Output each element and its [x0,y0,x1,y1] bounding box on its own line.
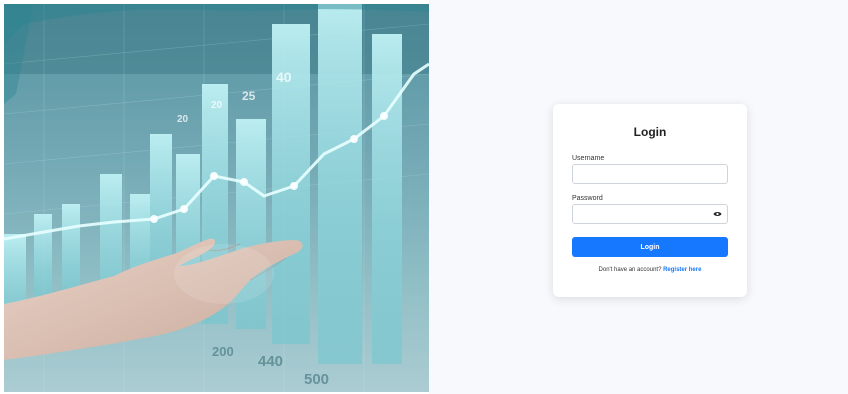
username-input[interactable] [572,164,728,184]
finance-chart-illustration: 20 40 25 20 200 440 500 [4,4,429,392]
register-prompt-line: Don't have an account? Register here [553,267,747,273]
register-link[interactable]: Register here [663,267,701,273]
chart-figure-a: 20 [177,114,189,125]
login-card: Login Username Password Login Don't have… [553,104,747,297]
hero-image: 20 40 25 20 200 440 500 [4,4,429,392]
password-label: Password [572,195,603,202]
chart-figure-e: 200 [212,344,234,359]
login-button[interactable]: Login [572,237,728,257]
chart-figure-b: 40 [276,69,292,85]
chart-figure-g: 500 [304,371,329,388]
chart-figure-c: 25 [242,89,256,103]
register-prompt-text: Don't have an account? [598,267,662,273]
chart-figure-f: 440 [258,353,283,370]
show-password-icon[interactable] [713,210,722,218]
login-title: Login [633,125,667,139]
chart-figure-d: 20 [211,100,223,111]
username-label: Username [572,155,605,162]
password-input[interactable] [572,204,728,224]
